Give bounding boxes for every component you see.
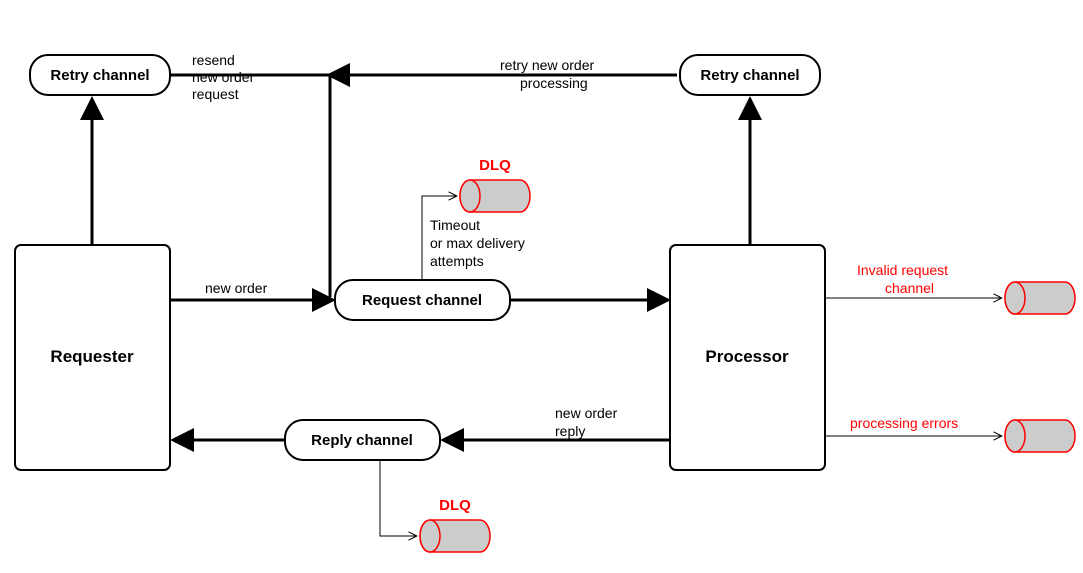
- timeout-label-2: or max delivery: [430, 235, 525, 251]
- processor-box: Processor: [670, 245, 825, 470]
- dlq-bottom-label: DLQ: [439, 497, 471, 514]
- processing-errors-cylinder: [1005, 420, 1075, 452]
- dlq-top-label: DLQ: [479, 157, 511, 174]
- retry-right-label: Retry channel: [700, 67, 799, 84]
- reply-channel-label: Reply channel: [311, 432, 413, 449]
- new-order-label: new order: [205, 280, 268, 296]
- invalid-req-label-1: Invalid request: [857, 262, 948, 278]
- retry-left-label: Retry channel: [50, 67, 149, 84]
- resend-label-3: request: [192, 86, 239, 102]
- timeout-label-1: Timeout: [430, 217, 480, 233]
- timeout-label-3: attempts: [430, 253, 484, 269]
- reply-label-2: reply: [555, 423, 585, 439]
- requester-box: Requester: [15, 245, 170, 470]
- retry-channel-right: Retry channel: [680, 55, 820, 95]
- resend-path: resend new order request: [170, 52, 330, 297]
- requester-label: Requester: [50, 347, 134, 366]
- request-channel: Request channel: [335, 280, 510, 320]
- arrow-reply-to-dlq: [380, 460, 416, 536]
- invalid-req-label-2: channel: [885, 280, 934, 296]
- dlq-top: DLQ: [460, 157, 530, 212]
- retry-proc-label-1: retry new order: [500, 57, 594, 73]
- reply-channel: Reply channel: [285, 420, 440, 460]
- reply-label-1: new order: [555, 405, 618, 421]
- invalid-request-cylinder: [1005, 282, 1075, 314]
- retry-channel-left: Retry channel: [30, 55, 170, 95]
- retry-proc-label-2: processing: [520, 75, 588, 91]
- request-channel-label: Request channel: [362, 292, 482, 309]
- resend-label-1: resend: [192, 52, 235, 68]
- processing-errors-label: processing errors: [850, 415, 958, 431]
- dlq-bottom: DLQ: [420, 497, 490, 552]
- processor-label: Processor: [705, 347, 789, 366]
- resend-label-2: new order: [192, 69, 255, 85]
